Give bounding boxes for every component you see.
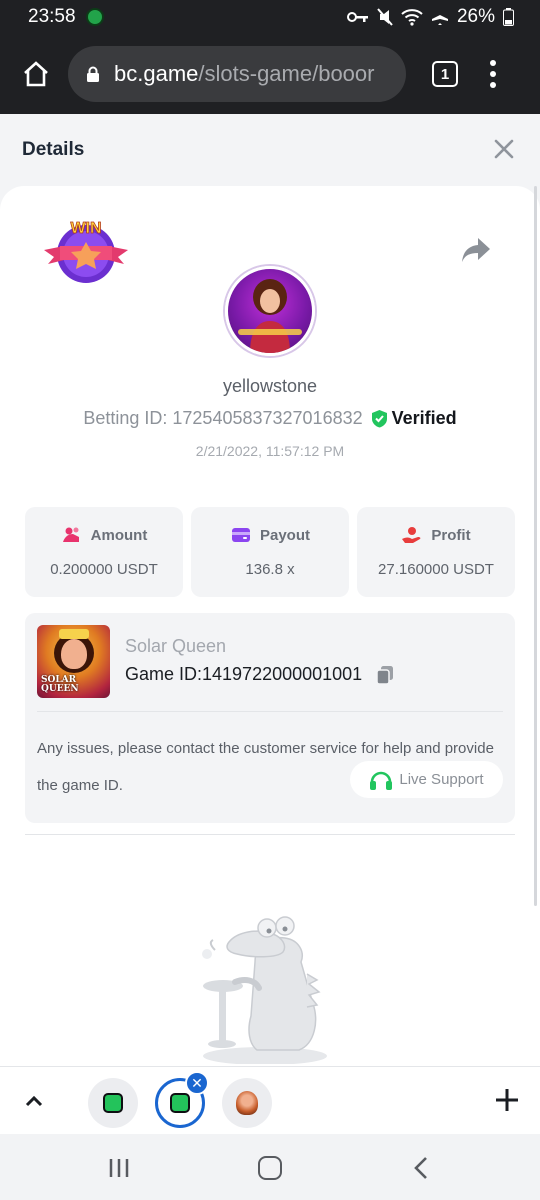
- thumb-crown: [59, 629, 89, 639]
- close-button[interactable]: [494, 135, 514, 165]
- username: yellowstone: [222, 376, 318, 396]
- game-id-row: Game ID:1419722000001001: [125, 664, 394, 685]
- game-info-box: SOLAR QUEEN Solar Queen Game ID:14197220…: [25, 613, 515, 823]
- bcgame-favicon-icon: [103, 1093, 123, 1113]
- tab-close-button[interactable]: ✕: [185, 1071, 209, 1095]
- tab-switcher-button[interactable]: 1: [432, 61, 458, 87]
- url-path: /slots-game/booor: [198, 61, 375, 86]
- lock-icon: [87, 66, 99, 82]
- stat-payout: Payout 136.8 x: [191, 507, 349, 597]
- thumb-label: SOLAR QUEEN: [41, 676, 79, 694]
- thumb-face: [61, 639, 87, 669]
- user-avatar: [225, 266, 315, 356]
- verified-badge: Verified: [371, 408, 457, 429]
- menu-dot: [490, 60, 496, 66]
- airplane-icon: [431, 9, 448, 25]
- verified-shield-icon: [371, 410, 387, 428]
- betting-id-row: Betting ID: 1725405837327016832 Verified: [0, 408, 540, 429]
- live-support-label: Live Support: [399, 771, 484, 788]
- thumb-label-line-2: QUEEN: [41, 684, 79, 694]
- battery-icon: [503, 8, 514, 26]
- share-icon[interactable]: [460, 236, 492, 264]
- stat-payout-label: Payout: [259, 526, 310, 544]
- coins-icon: [62, 527, 79, 542]
- nav-home-button[interactable]: [258, 1156, 282, 1180]
- headset-icon: [370, 771, 393, 790]
- game-id: Game ID:1419722000001001: [125, 664, 363, 684]
- wallet-icon: [231, 528, 250, 542]
- stat-amount-value: 0.200000 USDT: [50, 561, 158, 578]
- battery-percent: 26%: [456, 6, 495, 27]
- avatar-portrait-icon: [238, 279, 302, 353]
- url-domain: bc.game: [114, 61, 199, 86]
- status-left: 23:58: [28, 6, 104, 28]
- network-globe-icon: [85, 8, 104, 26]
- scrollbar[interactable]: [534, 186, 537, 906]
- game-divider: [37, 711, 503, 712]
- status-bar: 23:58 26%: [0, 0, 540, 34]
- verified-label: Verified: [391, 408, 457, 428]
- address-bar[interactable]: bc.game/slots-game/booor: [68, 46, 406, 102]
- tab-bcgame-1[interactable]: [88, 1078, 138, 1128]
- menu-dot: [490, 71, 496, 77]
- bet-stats: Amount 0.200000 USDT Payout 136.8 x Prof…: [25, 507, 515, 597]
- new-tab-plus-icon[interactable]: [494, 1087, 520, 1113]
- menu-dot: [490, 82, 496, 88]
- stat-payout-head: Payout: [230, 526, 310, 544]
- recents-icon[interactable]: [108, 1158, 130, 1178]
- system-nav-bar: [0, 1134, 540, 1200]
- browser-tab-strip: ✕: [0, 1066, 540, 1134]
- section-divider: [25, 834, 515, 835]
- solar-queen-favicon-icon: [236, 1091, 258, 1115]
- chevron-up-icon[interactable]: [22, 1089, 46, 1113]
- details-title: Details: [22, 139, 85, 160]
- mute-icon: [377, 8, 393, 26]
- stat-payout-value: 136.8 x: [245, 561, 295, 578]
- browser-toolbar: bc.game/slots-game/booor 1: [0, 34, 540, 114]
- back-icon[interactable]: [412, 1156, 430, 1180]
- profit-hand-icon: [402, 527, 421, 543]
- bet-timestamp: 2/21/2022, 11:57:12 PM: [195, 443, 345, 459]
- crocodile-mascot-icon: [202, 916, 327, 1064]
- home-icon: [24, 61, 48, 87]
- bet-details-card: WIN yellowstone Betting ID: 172540583732…: [0, 186, 540, 1066]
- bcgame-favicon-icon: [170, 1093, 190, 1113]
- win-badge-icon: WIN: [44, 220, 128, 283]
- game-thumbnail[interactable]: SOLAR QUEEN: [37, 625, 110, 698]
- live-support-button[interactable]: Live Support: [350, 761, 503, 798]
- copy-icon[interactable]: [376, 665, 394, 685]
- close-icon: [494, 139, 514, 159]
- wifi-icon: [401, 9, 423, 26]
- stat-profit-label: Profit: [431, 526, 471, 544]
- stat-profit: Profit 27.160000 USDT: [357, 507, 515, 597]
- browser-home-button[interactable]: [18, 56, 54, 92]
- tab-solar-queen[interactable]: [222, 1078, 272, 1128]
- details-header: Details: [0, 114, 540, 186]
- stat-profit-value: 27.160000 USDT: [378, 561, 494, 578]
- browser-menu-button[interactable]: [488, 60, 498, 88]
- vpn-key-icon: [346, 12, 368, 22]
- stat-profit-head: Profit: [401, 526, 471, 544]
- win-badge-text: WIN: [70, 220, 101, 237]
- betting-id: Betting ID: 1725405837327016832: [83, 408, 363, 428]
- status-time: 23:58: [28, 6, 76, 27]
- stat-amount-label: Amount: [90, 526, 148, 544]
- stat-amount: Amount 0.200000 USDT: [25, 507, 183, 597]
- status-right: 26%: [346, 6, 514, 28]
- game-name[interactable]: Solar Queen: [125, 636, 226, 657]
- stat-amount-head: Amount: [61, 526, 148, 544]
